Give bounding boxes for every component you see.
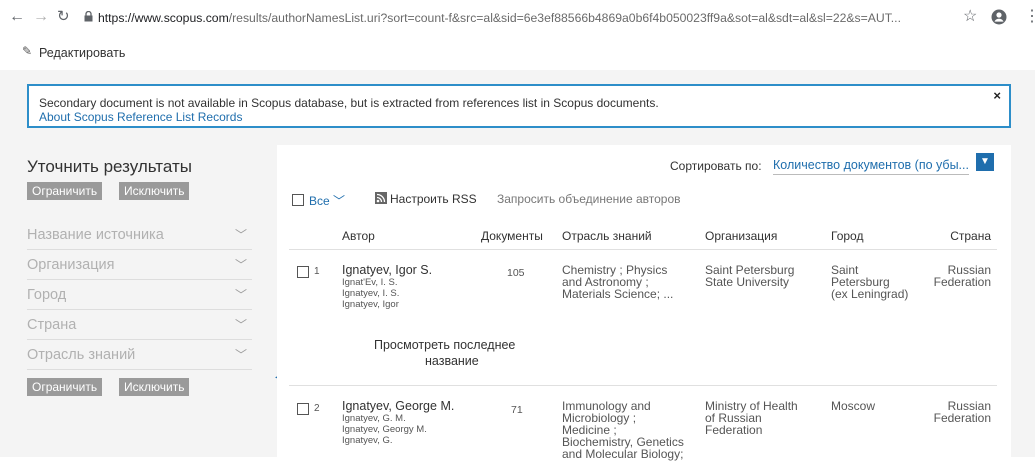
edit-bar: ✎ Редактировать: [0, 38, 1035, 70]
select-all-dropdown[interactable]: Все ﹀: [309, 192, 345, 209]
lock-icon: [84, 10, 93, 25]
row-number: 2: [314, 403, 320, 414]
author-name[interactable]: Ignatyev, George M.: [342, 399, 454, 413]
author-alias: Ignatyev, Georgy M.: [342, 424, 427, 435]
col-country[interactable]: Страна: [950, 229, 991, 243]
limit-button-bottom[interactable]: Ограничить: [27, 378, 103, 396]
row-checkbox[interactable]: [297, 266, 309, 278]
col-city[interactable]: Город: [831, 229, 863, 243]
facet-label: Страна: [27, 317, 77, 333]
chevron-down-icon: ﹀: [234, 258, 247, 272]
back-arrow-icon[interactable]: ←: [9, 9, 25, 25]
sort-label: Сортировать по:: [670, 159, 762, 173]
facet-city[interactable]: Город ﹀: [27, 281, 252, 310]
col-subject-area[interactable]: Отрасль знаний: [562, 229, 652, 243]
organization-text: State University: [705, 275, 790, 289]
view-last-title-link[interactable]: Просмотреть последнее: [374, 338, 515, 352]
header-divider: [289, 249, 997, 250]
author-alias: Ignatyev, G.: [342, 435, 393, 446]
facet-label: Название источника: [27, 227, 164, 243]
documents-count[interactable]: 105: [507, 267, 525, 279]
view-last-title-link-2[interactable]: название: [425, 354, 479, 368]
facet-source-title[interactable]: Название источника ﹀: [27, 221, 252, 250]
exclude-button-top[interactable]: Исключить: [119, 182, 190, 200]
edit-link[interactable]: Редактировать: [39, 46, 125, 60]
address-bar[interactable]: https://www.scopus.com/results/authorNam…: [98, 7, 958, 29]
notice-banner: Secondary document is not available in S…: [27, 84, 1011, 128]
sort-select[interactable]: Количество документов (по убы...: [773, 158, 969, 175]
city-text: Moscow: [831, 399, 876, 413]
author-alias: Ignat'Ev, I. S.: [342, 277, 398, 288]
row-divider: [289, 385, 997, 386]
row-checkbox[interactable]: [297, 403, 309, 415]
subject-area-text: Materials Science; ...: [562, 287, 674, 301]
chevron-down-icon: ﹀: [234, 288, 247, 302]
chevron-down-icon: ﹀: [234, 348, 247, 362]
facet-organization[interactable]: Организация ﹀: [27, 251, 252, 280]
organization-text: Federation: [705, 423, 763, 437]
notice-text: Secondary document is not available in S…: [39, 96, 659, 110]
row-number: 1: [314, 266, 320, 277]
profile-icon[interactable]: [991, 9, 1007, 28]
author-alias: Ignatyev, G. M.: [342, 413, 406, 424]
select-all-label: Все: [309, 194, 330, 208]
url-path: /results/authorNamesList.uri?sort=count-…: [228, 11, 901, 25]
author-alias: Ignatyev, I. S.: [342, 288, 400, 299]
country-text: Federation: [933, 411, 991, 425]
country-text: Federation: [933, 275, 991, 289]
author-alias: Ignatyev, Igor: [342, 299, 399, 310]
facet-label: Город: [27, 287, 67, 303]
city-text: (ex Leningrad): [831, 287, 909, 301]
col-author[interactable]: Автор: [342, 229, 375, 243]
col-documents[interactable]: Документы: [481, 229, 543, 243]
col-organization[interactable]: Организация: [705, 229, 777, 243]
merge-authors-button[interactable]: Запросить объединение авторов: [497, 192, 681, 206]
close-icon[interactable]: ×: [993, 88, 1001, 103]
facet-country[interactable]: Страна ﹀: [27, 311, 252, 340]
select-all-checkbox[interactable]: [292, 194, 304, 206]
bookmark-star-icon[interactable]: ☆: [963, 8, 977, 26]
limit-button-top[interactable]: Ограничить: [27, 182, 103, 200]
chevron-down-icon: ﹀: [234, 318, 247, 332]
url-host: https://www.scopus.com: [98, 11, 229, 25]
pencil-icon: ✎: [22, 44, 33, 58]
facet-label: Организация: [27, 257, 115, 273]
browser-toolbar: ← → ↻ https://www.scopus.com/results/aut…: [0, 0, 1035, 38]
subject-area-text: and Molecular Biology;: [562, 447, 684, 461]
forward-arrow-icon[interactable]: →: [33, 9, 49, 25]
rss-icon: [375, 192, 387, 207]
chevron-down-icon: ﹀: [234, 228, 247, 242]
documents-count[interactable]: 71: [511, 404, 523, 416]
menu-kebab-icon[interactable]: ⋮: [1024, 8, 1035, 26]
facet-label: Отрасль знаний: [27, 347, 136, 363]
exclude-button-bottom[interactable]: Исключить: [119, 378, 190, 396]
rss-button[interactable]: Настроить RSS: [390, 192, 477, 206]
refine-title: Уточнить результаты: [27, 157, 192, 176]
author-name[interactable]: Ignatyev, Igor S.: [342, 263, 432, 277]
results-panel: Сортировать по: Количество документов (п…: [277, 145, 1011, 461]
facet-subject-area[interactable]: Отрасль знаний ﹀: [27, 341, 252, 370]
notice-link[interactable]: About Scopus Reference List Records: [39, 110, 242, 124]
chevron-down-icon[interactable]: ▼: [976, 153, 994, 171]
reload-icon[interactable]: ↻: [57, 9, 70, 25]
